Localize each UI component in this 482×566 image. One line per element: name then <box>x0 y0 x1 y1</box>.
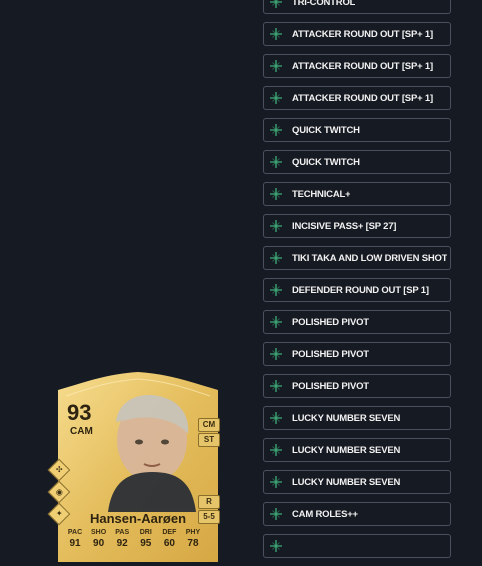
sparkle-plus-icon <box>264 412 292 424</box>
stat-label: DRI <box>139 529 152 536</box>
sparkle-plus-icon <box>264 28 292 40</box>
sparkle-plus-icon <box>264 284 292 296</box>
playstyle-label: INCISIVE PASS+ [SP 27] <box>292 220 397 232</box>
stat-value: 90 <box>93 538 105 549</box>
playstyle-label: POLISHED PIVOT <box>292 316 369 328</box>
playstyle-item[interactable]: TECHNICAL+ <box>263 182 451 206</box>
playstyle-item[interactable]: LUCKY NUMBER SEVEN <box>263 438 451 462</box>
playstyle-item[interactable] <box>263 534 451 558</box>
stat-label: PAC <box>67 529 83 536</box>
playstyle-label: POLISHED PIVOT <box>292 380 369 392</box>
playstyle-item[interactable]: POLISHED PIVOT <box>263 374 451 398</box>
playstyle-label: LUCKY NUMBER SEVEN <box>292 444 401 456</box>
player-portrait <box>108 395 196 512</box>
playstyle-item[interactable]: ATTACKER ROUND OUT [SP+ 1] <box>263 22 451 46</box>
playstyle-label: TIKI TAKA AND LOW DRIVEN SHOT <box>292 252 448 264</box>
stat-value: 95 <box>140 538 152 549</box>
playstyle-label: ATTACKER ROUND OUT [SP+ 1] <box>292 92 433 104</box>
sparkle-plus-icon <box>264 92 292 104</box>
playstyle-label: LUCKY NUMBER SEVEN <box>292 476 401 488</box>
alt-position-cm: CM <box>198 418 220 432</box>
player-name: Hansen-Aarøen <box>89 511 187 526</box>
playstyle-item[interactable]: LUCKY NUMBER SEVEN <box>263 470 451 494</box>
sparkle-plus-icon <box>264 316 292 328</box>
sparkle-plus-icon <box>264 156 292 168</box>
playstyle-label: TRI-CONTROL <box>292 0 356 8</box>
playstyle-item[interactable]: QUICK TWITCH <box>263 150 451 174</box>
playstyle-label: POLISHED PIVOT <box>292 348 369 360</box>
playstyle-list: TRI-CONTROL ATTACKER ROUND OUT [SP+ 1] ATT… <box>263 0 451 566</box>
playstyle-label: QUICK TWITCH <box>292 124 360 136</box>
preferred-foot: R <box>198 495 220 509</box>
sparkle-plus-icon <box>264 444 292 456</box>
sparkle-plus-icon <box>264 220 292 232</box>
playstyle-item[interactable]: ATTACKER ROUND OUT [SP+ 1] <box>263 86 451 110</box>
sparkle-plus-icon <box>264 252 292 264</box>
playstyle-item[interactable]: QUICK TWITCH <box>263 118 451 142</box>
playstyle-item[interactable]: INCISIVE PASS+ [SP 27] <box>263 214 451 238</box>
playstyle-item[interactable]: LUCKY NUMBER SEVEN <box>263 406 451 430</box>
stat-value: 91 <box>69 538 81 549</box>
stat-value: 92 <box>116 538 128 549</box>
stat-labels: PAC SHO PAS DRI DEF PHY <box>64 529 204 536</box>
card-rating: 93 <box>67 400 92 425</box>
playstyle-label: ATTACKER ROUND OUT [SP+ 1] <box>292 60 433 72</box>
playstyle-item[interactable]: POLISHED PIVOT <box>263 310 451 334</box>
playstyle-item[interactable]: CAM ROLES++ <box>263 502 451 526</box>
playstyle-item[interactable]: POLISHED PIVOT <box>263 342 451 366</box>
playstyle-label: LUCKY NUMBER SEVEN <box>292 412 401 424</box>
sparkle-plus-icon <box>264 188 292 200</box>
playstyle-label: CAM ROLES++ <box>292 508 358 520</box>
playstyle-label: TECHNICAL+ <box>292 188 351 200</box>
sparkle-plus-icon <box>264 60 292 72</box>
stat-value: 78 <box>187 538 199 549</box>
stat-label: SHO <box>91 529 107 536</box>
stat-label: DEF <box>162 529 177 536</box>
playstyle-item[interactable]: ATTACKER ROUND OUT [SP+ 1] <box>263 54 451 78</box>
card-position: CAM <box>70 426 93 437</box>
stat-label: PAS <box>115 529 130 536</box>
playstyle-label: DEFENDER ROUND OUT [SP 1] <box>292 284 429 296</box>
sparkle-plus-icon <box>264 508 292 520</box>
alt-position-st: ST <box>198 433 220 447</box>
stat-value: 60 <box>163 538 175 549</box>
playstyle-item[interactable]: DEFENDER ROUND OUT [SP 1] <box>263 278 451 302</box>
sparkle-plus-icon <box>264 380 292 392</box>
playstyle-item[interactable]: TIKI TAKA AND LOW DRIVEN SHOT <box>263 246 451 270</box>
sparkle-plus-icon <box>264 124 292 136</box>
player-card[interactable]: 93 CAM CM ST R 5-5 ✣ ◉ ✦ Hansen-Aarøen P… <box>46 372 230 562</box>
stat-values: 91 90 92 95 60 78 <box>64 538 204 549</box>
sparkle-plus-icon <box>264 476 292 488</box>
playstyle-label: ATTACKER ROUND OUT [SP+ 1] <box>292 28 433 40</box>
sparkle-plus-icon <box>264 0 292 8</box>
stat-label: PHY <box>185 529 201 536</box>
sparkle-plus-icon <box>264 348 292 360</box>
playstyle-item[interactable]: TRI-CONTROL <box>263 0 451 14</box>
playstyle-label: QUICK TWITCH <box>292 156 360 168</box>
